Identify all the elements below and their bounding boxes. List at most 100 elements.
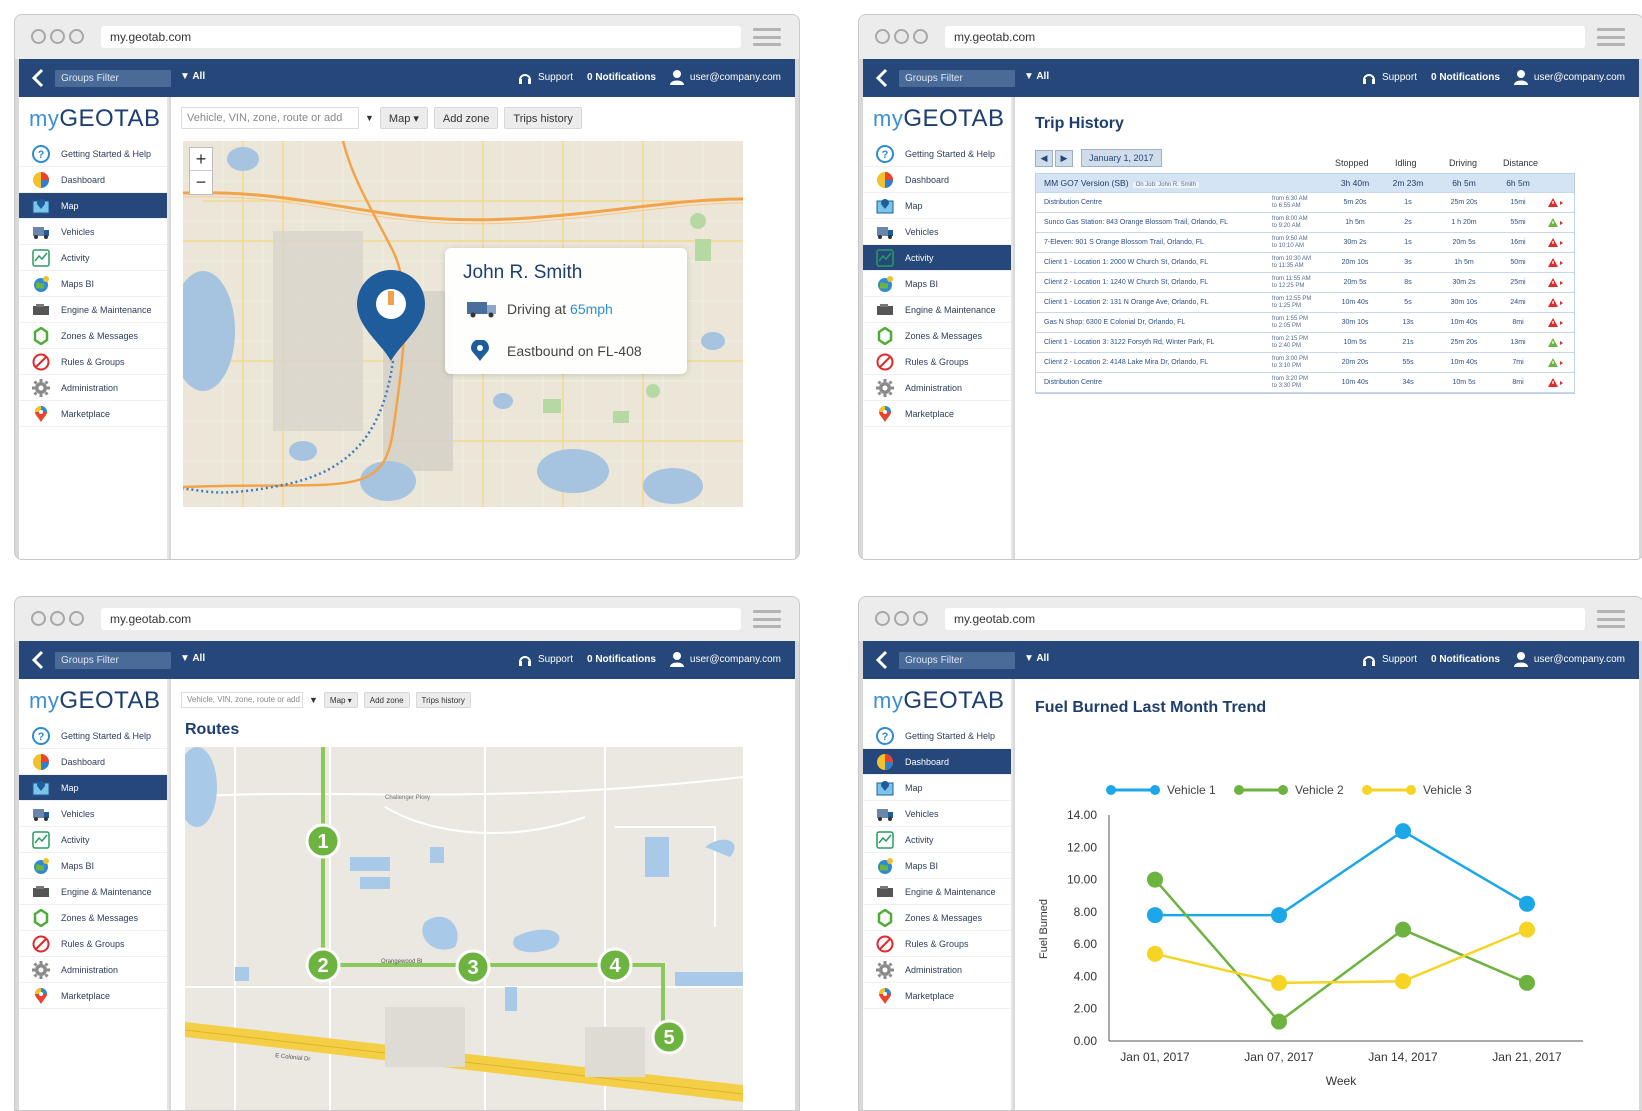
sidebar-item-vehicles[interactable]: Vehicles [863,801,1011,827]
table-row[interactable]: Client 1 - Location 2: 131 N Orange Ave,… [1036,293,1574,313]
group-select[interactable]: ▼ All [1024,653,1049,664]
address-bar[interactable]: my.geotab.com [945,608,1585,630]
sidebar-item-dashboard[interactable]: Dashboard [863,167,1011,193]
table-row[interactable]: 7-Eleven: 901 S Orange Blossom Trail, Or… [1036,233,1574,253]
warning-icon[interactable] [1548,377,1570,388]
route-stop-marker[interactable]: 5 [651,1019,687,1055]
sidebar-item-getting-started-help[interactable]: ? Getting Started & Help [19,723,167,749]
warning-icon[interactable] [1548,357,1570,368]
warning-icon[interactable] [1548,337,1570,348]
geotab-logo[interactable]: myGEOTAB [19,97,167,141]
search-input[interactable]: Vehicle, VIN, zone, route or add [181,107,359,129]
routes-map[interactable]: 12345 Challenger Pkwy E Colonial Dr Oran… [185,747,743,1110]
geotab-logo[interactable]: myGEOTAB [863,97,1011,141]
sidebar-item-zones-messages[interactable]: Zones & Messages [863,323,1011,349]
groups-filter-input[interactable]: Groups Filter [899,70,1015,87]
sidebar-item-administration[interactable]: Administration [863,375,1011,401]
sidebar-item-vehicles[interactable]: Vehicles [863,219,1011,245]
maximize-dot-icon[interactable] [913,611,928,626]
data-point-vehicle-1[interactable] [1147,907,1163,924]
menu-icon[interactable] [1597,610,1625,628]
sidebar-item-activity[interactable]: Activity [19,245,167,271]
trip-summary-row[interactable]: MM GO7 Version (SB) On Job: John R. Smith… [1036,174,1574,193]
sidebar-item-engine-maintenance[interactable]: Engine & Maintenance [863,879,1011,905]
route-stop-marker[interactable]: 3 [455,949,491,985]
back-arrow-icon[interactable] [875,650,889,670]
map-dropdown-button[interactable]: Map ▾ [323,692,358,708]
chevron-down-icon[interactable]: ▼ [365,113,374,123]
user-menu[interactable]: user@company.com [669,70,781,85]
table-row[interactable]: Client 2 - Location 1: 1240 W Church St,… [1036,273,1574,293]
map-dropdown-button[interactable]: Map ▾ [379,107,428,129]
menu-icon[interactable] [753,610,781,628]
route-stop-marker[interactable]: 4 [597,947,633,983]
sidebar-item-map[interactable]: Map [19,193,167,219]
sidebar-item-maps-bi[interactable]: Maps BI [19,853,167,879]
sidebar-item-dashboard[interactable]: Dashboard [19,167,167,193]
zoom-out-button[interactable]: − [190,170,212,193]
groups-filter-input[interactable]: Groups Filter [899,652,1015,669]
warning-icon[interactable] [1548,317,1570,328]
sidebar-item-zones-messages[interactable]: Zones & Messages [863,905,1011,931]
sidebar-item-marketplace[interactable]: Marketplace [19,401,167,427]
notifications-link[interactable]: 0 Notifications [1431,654,1500,665]
sidebar-item-activity[interactable]: Activity [863,827,1011,853]
notifications-link[interactable]: 0 Notifications [1431,72,1500,83]
sidebar-item-marketplace[interactable]: Marketplace [863,983,1011,1009]
address-bar[interactable]: my.geotab.com [101,26,741,48]
sidebar-item-rules-groups[interactable]: Rules & Groups [863,349,1011,375]
address-bar[interactable]: my.geotab.com [945,26,1585,48]
sidebar-item-map[interactable]: Map [19,775,167,801]
warning-icon[interactable] [1548,257,1570,268]
sidebar-item-administration[interactable]: Administration [19,957,167,983]
sidebar-item-maps-bi[interactable]: Maps BI [19,271,167,297]
data-point-vehicle-2[interactable] [1519,974,1535,991]
table-row[interactable]: Distribution Centre from 6:30 AM to 6:55 … [1036,193,1574,213]
sidebar-item-map[interactable]: Map [863,193,1011,219]
sidebar-item-marketplace[interactable]: Marketplace [863,401,1011,427]
support-link[interactable]: Support [518,653,573,667]
data-point-vehicle-2[interactable] [1271,1013,1287,1030]
close-dot-icon[interactable] [31,29,46,44]
close-dot-icon[interactable] [875,611,890,626]
chevron-down-icon[interactable]: ▼ [309,695,318,705]
data-point-vehicle-1[interactable] [1271,907,1287,924]
warning-icon[interactable] [1548,197,1570,208]
groups-filter-input[interactable]: Groups Filter [55,652,171,669]
user-menu[interactable]: user@company.com [669,652,781,667]
date-picker-button[interactable]: January 1, 2017 [1081,149,1162,167]
sidebar-item-administration[interactable]: Administration [863,957,1011,983]
sidebar-item-getting-started-help[interactable]: ? Getting Started & Help [19,141,167,167]
sidebar-item-map[interactable]: Map [863,775,1011,801]
groups-filter-input[interactable]: Groups Filter [55,70,171,87]
support-link[interactable]: Support [1362,71,1417,85]
minimize-dot-icon[interactable] [50,29,65,44]
group-select[interactable]: ▼ All [1024,71,1049,82]
data-point-vehicle-3[interactable] [1519,921,1535,938]
maximize-dot-icon[interactable] [913,29,928,44]
sidebar-item-zones-messages[interactable]: Zones & Messages [19,905,167,931]
user-menu[interactable]: user@company.com [1513,652,1625,667]
sidebar-item-getting-started-help[interactable]: ? Getting Started & Help [863,723,1011,749]
sidebar-item-dashboard[interactable]: Dashboard [863,749,1011,775]
sidebar-item-marketplace[interactable]: Marketplace [19,983,167,1009]
previous-day-button[interactable]: ◀ [1035,149,1053,167]
add-zone-button[interactable]: Add zone [433,107,499,129]
geotab-logo[interactable]: myGEOTAB [863,679,1011,723]
next-day-button[interactable]: ▶ [1055,149,1073,167]
user-menu[interactable]: user@company.com [1513,70,1625,85]
sidebar-item-engine-maintenance[interactable]: Engine & Maintenance [19,879,167,905]
warning-icon[interactable] [1548,297,1570,308]
data-point-vehicle-3[interactable] [1271,974,1287,991]
geotab-logo[interactable]: myGEOTAB [19,679,167,723]
sidebar-item-rules-groups[interactable]: Rules & Groups [863,931,1011,957]
data-point-vehicle-3[interactable] [1147,945,1163,962]
sidebar-item-maps-bi[interactable]: Maps BI [863,853,1011,879]
warning-icon[interactable] [1548,217,1570,228]
sidebar-item-activity[interactable]: Activity [863,245,1011,271]
location-pin-icon[interactable] [355,269,427,363]
sidebar-item-rules-groups[interactable]: Rules & Groups [19,349,167,375]
notifications-link[interactable]: 0 Notifications [587,654,656,665]
close-dot-icon[interactable] [875,29,890,44]
legend-item[interactable]: Vehicle 2 [1234,783,1344,797]
